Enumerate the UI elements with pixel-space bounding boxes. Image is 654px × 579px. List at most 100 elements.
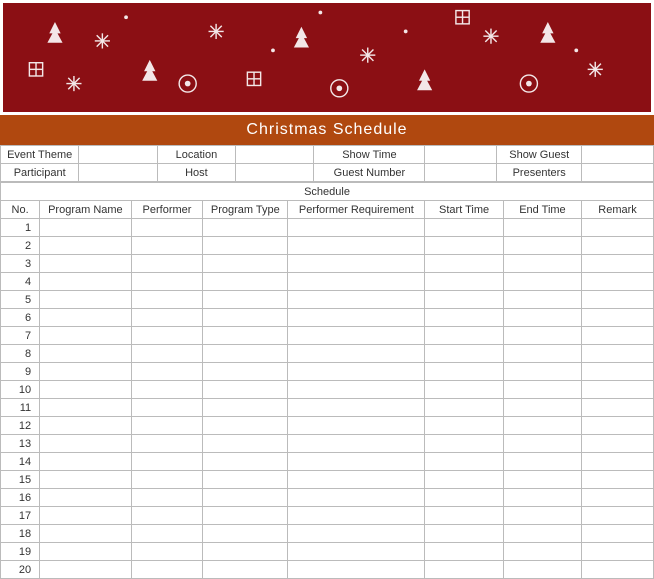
cell-remark[interactable] xyxy=(582,273,654,291)
cell-performer[interactable] xyxy=(131,255,203,273)
cell-performer-requirement[interactable] xyxy=(288,363,425,381)
cell-performer-requirement[interactable] xyxy=(288,345,425,363)
cell-remark[interactable] xyxy=(582,525,654,543)
cell-performer-requirement[interactable] xyxy=(288,543,425,561)
cell-performer[interactable] xyxy=(131,381,203,399)
cell-end-time[interactable] xyxy=(503,399,581,417)
cell-program-type[interactable] xyxy=(203,471,288,489)
cell-performer-requirement[interactable] xyxy=(288,417,425,435)
cell-program-type[interactable] xyxy=(203,255,288,273)
cell-remark[interactable] xyxy=(582,345,654,363)
cell-performer-requirement[interactable] xyxy=(288,219,425,237)
cell-performer-requirement[interactable] xyxy=(288,327,425,345)
meta-presenters-value[interactable] xyxy=(582,164,654,182)
cell-performer[interactable] xyxy=(131,489,203,507)
cell-program-name[interactable] xyxy=(40,237,131,255)
cell-performer[interactable] xyxy=(131,273,203,291)
cell-program-name[interactable] xyxy=(40,381,131,399)
cell-start-time[interactable] xyxy=(425,435,503,453)
cell-program-type[interactable] xyxy=(203,561,288,579)
cell-remark[interactable] xyxy=(582,435,654,453)
cell-remark[interactable] xyxy=(582,489,654,507)
cell-start-time[interactable] xyxy=(425,417,503,435)
cell-performer-requirement[interactable] xyxy=(288,255,425,273)
cell-end-time[interactable] xyxy=(503,219,581,237)
cell-performer-requirement[interactable] xyxy=(288,273,425,291)
cell-program-type[interactable] xyxy=(203,381,288,399)
cell-program-type[interactable] xyxy=(203,291,288,309)
cell-program-type[interactable] xyxy=(203,399,288,417)
cell-performer[interactable] xyxy=(131,543,203,561)
cell-performer[interactable] xyxy=(131,561,203,579)
cell-performer-requirement[interactable] xyxy=(288,291,425,309)
cell-performer-requirement[interactable] xyxy=(288,381,425,399)
cell-end-time[interactable] xyxy=(503,471,581,489)
cell-start-time[interactable] xyxy=(425,237,503,255)
cell-remark[interactable] xyxy=(582,453,654,471)
cell-performer-requirement[interactable] xyxy=(288,525,425,543)
cell-performer[interactable] xyxy=(131,237,203,255)
cell-program-type[interactable] xyxy=(203,489,288,507)
cell-end-time[interactable] xyxy=(503,327,581,345)
cell-program-name[interactable] xyxy=(40,543,131,561)
cell-performer-requirement[interactable] xyxy=(288,489,425,507)
cell-performer[interactable] xyxy=(131,363,203,381)
cell-end-time[interactable] xyxy=(503,525,581,543)
cell-performer[interactable] xyxy=(131,345,203,363)
cell-end-time[interactable] xyxy=(503,363,581,381)
cell-program-name[interactable] xyxy=(40,345,131,363)
cell-performer-requirement[interactable] xyxy=(288,399,425,417)
cell-program-type[interactable] xyxy=(203,363,288,381)
cell-end-time[interactable] xyxy=(503,345,581,363)
cell-program-type[interactable] xyxy=(203,543,288,561)
cell-start-time[interactable] xyxy=(425,345,503,363)
cell-start-time[interactable] xyxy=(425,453,503,471)
cell-performer[interactable] xyxy=(131,291,203,309)
cell-start-time[interactable] xyxy=(425,381,503,399)
cell-program-type[interactable] xyxy=(203,507,288,525)
cell-remark[interactable] xyxy=(582,543,654,561)
cell-end-time[interactable] xyxy=(503,453,581,471)
cell-program-name[interactable] xyxy=(40,561,131,579)
cell-performer-requirement[interactable] xyxy=(288,453,425,471)
cell-performer[interactable] xyxy=(131,219,203,237)
cell-end-time[interactable] xyxy=(503,543,581,561)
cell-program-type[interactable] xyxy=(203,327,288,345)
cell-performer-requirement[interactable] xyxy=(288,237,425,255)
cell-end-time[interactable] xyxy=(503,417,581,435)
cell-program-name[interactable] xyxy=(40,309,131,327)
cell-program-name[interactable] xyxy=(40,399,131,417)
cell-performer[interactable] xyxy=(131,327,203,345)
cell-end-time[interactable] xyxy=(503,561,581,579)
cell-program-name[interactable] xyxy=(40,327,131,345)
cell-end-time[interactable] xyxy=(503,309,581,327)
cell-start-time[interactable] xyxy=(425,471,503,489)
cell-performer[interactable] xyxy=(131,507,203,525)
cell-start-time[interactable] xyxy=(425,489,503,507)
cell-performer[interactable] xyxy=(131,453,203,471)
cell-performer-requirement[interactable] xyxy=(288,471,425,489)
cell-remark[interactable] xyxy=(582,417,654,435)
cell-end-time[interactable] xyxy=(503,489,581,507)
cell-remark[interactable] xyxy=(582,219,654,237)
cell-end-time[interactable] xyxy=(503,291,581,309)
cell-remark[interactable] xyxy=(582,363,654,381)
cell-end-time[interactable] xyxy=(503,381,581,399)
cell-start-time[interactable] xyxy=(425,507,503,525)
cell-remark[interactable] xyxy=(582,237,654,255)
cell-start-time[interactable] xyxy=(425,219,503,237)
cell-start-time[interactable] xyxy=(425,363,503,381)
cell-start-time[interactable] xyxy=(425,309,503,327)
cell-performer-requirement[interactable] xyxy=(288,309,425,327)
cell-program-type[interactable] xyxy=(203,417,288,435)
meta-location-value[interactable] xyxy=(236,146,314,164)
cell-program-name[interactable] xyxy=(40,435,131,453)
cell-program-name[interactable] xyxy=(40,525,131,543)
cell-performer-requirement[interactable] xyxy=(288,435,425,453)
meta-show-guest-value[interactable] xyxy=(582,146,654,164)
cell-start-time[interactable] xyxy=(425,525,503,543)
cell-start-time[interactable] xyxy=(425,399,503,417)
cell-start-time[interactable] xyxy=(425,291,503,309)
cell-performer-requirement[interactable] xyxy=(288,561,425,579)
cell-start-time[interactable] xyxy=(425,255,503,273)
